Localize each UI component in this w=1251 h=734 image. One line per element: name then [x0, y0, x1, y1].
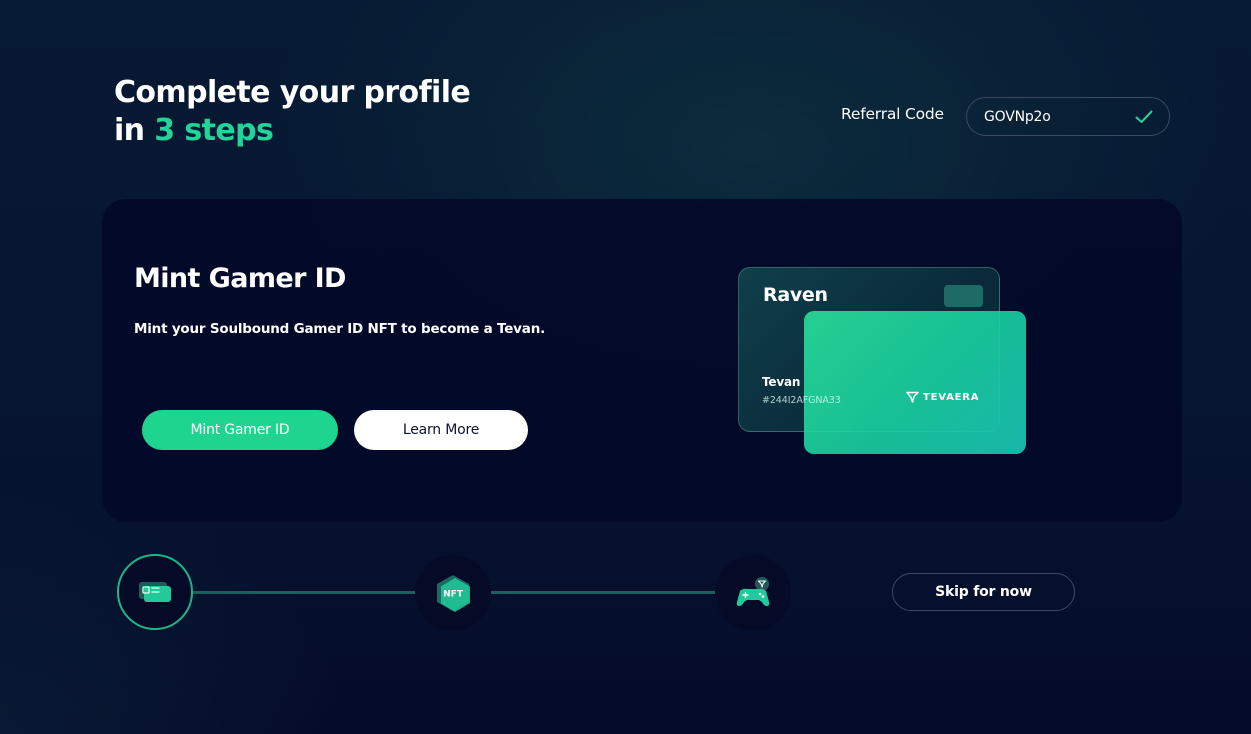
check-icon: [1135, 110, 1153, 123]
learn-more-button[interactable]: Learn More: [354, 410, 528, 450]
tevaera-logo-icon: [906, 391, 919, 403]
gamer-id-card-code: #244I2AFGNA33: [762, 395, 841, 406]
skip-for-now-button[interactable]: Skip for now: [892, 573, 1075, 611]
gamer-id-card-name: Raven: [763, 284, 828, 306]
referral-code-field[interactable]: GOVNp2o: [966, 97, 1170, 136]
gamer-id-card-front: [804, 311, 1026, 454]
step-connector-2: [491, 591, 715, 594]
card-description: Mint your Soulbound Gamer ID NFT to beco…: [134, 321, 546, 337]
step-nft[interactable]: NFT: [415, 555, 491, 631]
step-connector-1: [193, 591, 415, 594]
step-play[interactable]: [715, 555, 791, 631]
mint-gamer-id-button[interactable]: Mint Gamer ID: [142, 410, 338, 450]
id-card-icon: [139, 582, 171, 602]
step-mint-gamer-id[interactable]: [117, 554, 193, 630]
page-title-line2-prefix: in: [114, 113, 155, 148]
gamepad-icon: [736, 577, 770, 606]
gamer-id-card-user: Tevan: [762, 375, 801, 389]
referral-code-value: GOVNp2o: [984, 108, 1051, 125]
card-title: Mint Gamer ID: [134, 263, 346, 294]
nft-icon-label: NFT: [443, 590, 464, 600]
page-title-accent: 3 steps: [154, 113, 274, 148]
tevaera-logo-text: TEVAERA: [923, 391, 980, 403]
page-title: Complete your profile in 3 steps: [114, 74, 471, 150]
referral-code-label: Referral Code: [841, 105, 944, 123]
card-chip-icon: [944, 285, 983, 307]
nft-icon: NFT: [437, 575, 470, 612]
page-title-line1: Complete your profile: [114, 75, 471, 110]
tevaera-logo: TEVAERA: [906, 391, 979, 403]
